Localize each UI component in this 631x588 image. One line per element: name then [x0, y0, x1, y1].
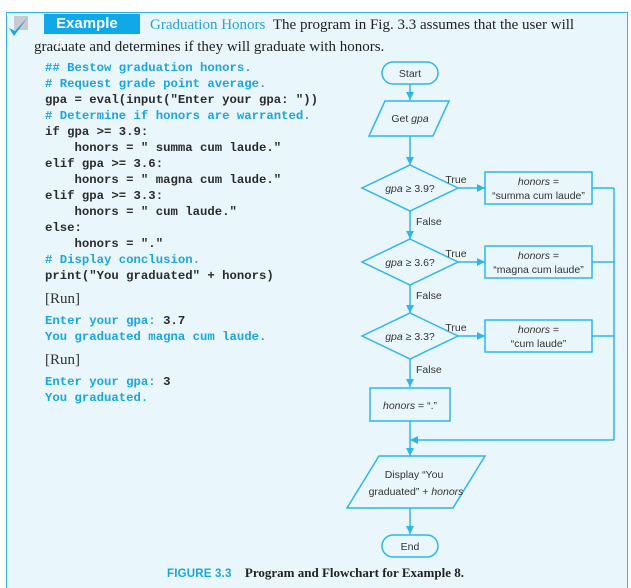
figure-number: FIGURE 3.3 — [167, 568, 232, 580]
output-label-line2: graduated” + honors — [369, 486, 465, 498]
assign-value: “cum laude” — [511, 338, 567, 350]
arrowhead-icon — [477, 258, 485, 266]
arrowhead-icon — [406, 526, 414, 534]
else-assign-label: honors = “.” — [383, 400, 437, 412]
arrowhead-icon — [406, 379, 414, 387]
true-label: True — [445, 248, 466, 260]
start-label: Start — [399, 68, 421, 80]
false-label: False — [416, 364, 442, 376]
assign-value: “magna cum laude” — [493, 264, 584, 276]
assign-label: honors = — [518, 176, 559, 188]
end-label: End — [401, 541, 420, 553]
figure-caption: FIGURE 3.3 Program and Flowchart for Exa… — [0, 565, 631, 581]
arrowhead-icon — [406, 157, 414, 165]
flowchart: Start Get gpa gpa ≥ 3.9? True honors = “summa… — [345, 61, 615, 558]
input-label: Get gpa — [391, 113, 429, 125]
output-label-line1: Display “You — [385, 469, 444, 481]
arrowhead-icon — [406, 92, 414, 100]
arrowhead-icon — [477, 184, 485, 192]
figure-caption-text: Program and Flowchart for Example 8. — [244, 565, 464, 580]
arrowhead-icon — [410, 436, 418, 444]
decision-label: gpa ≥ 3.9? — [385, 183, 435, 195]
assign-label: honors = — [518, 250, 559, 262]
false-label: False — [416, 290, 442, 302]
false-label: False — [416, 216, 442, 228]
arrowhead-icon — [477, 332, 485, 340]
decision-label: gpa ≥ 3.6? — [385, 257, 435, 269]
assign-label: honors = — [518, 324, 559, 336]
assign-value: “summa cum laude” — [492, 190, 585, 202]
decision-label: gpa ≥ 3.3? — [385, 331, 435, 343]
arrowhead-icon — [406, 448, 414, 456]
true-label: True — [445, 174, 466, 186]
arrowhead-icon — [406, 231, 414, 239]
output-parallelogram — [345, 455, 487, 509]
true-label: True — [445, 322, 466, 334]
arrowhead-icon — [406, 305, 414, 313]
